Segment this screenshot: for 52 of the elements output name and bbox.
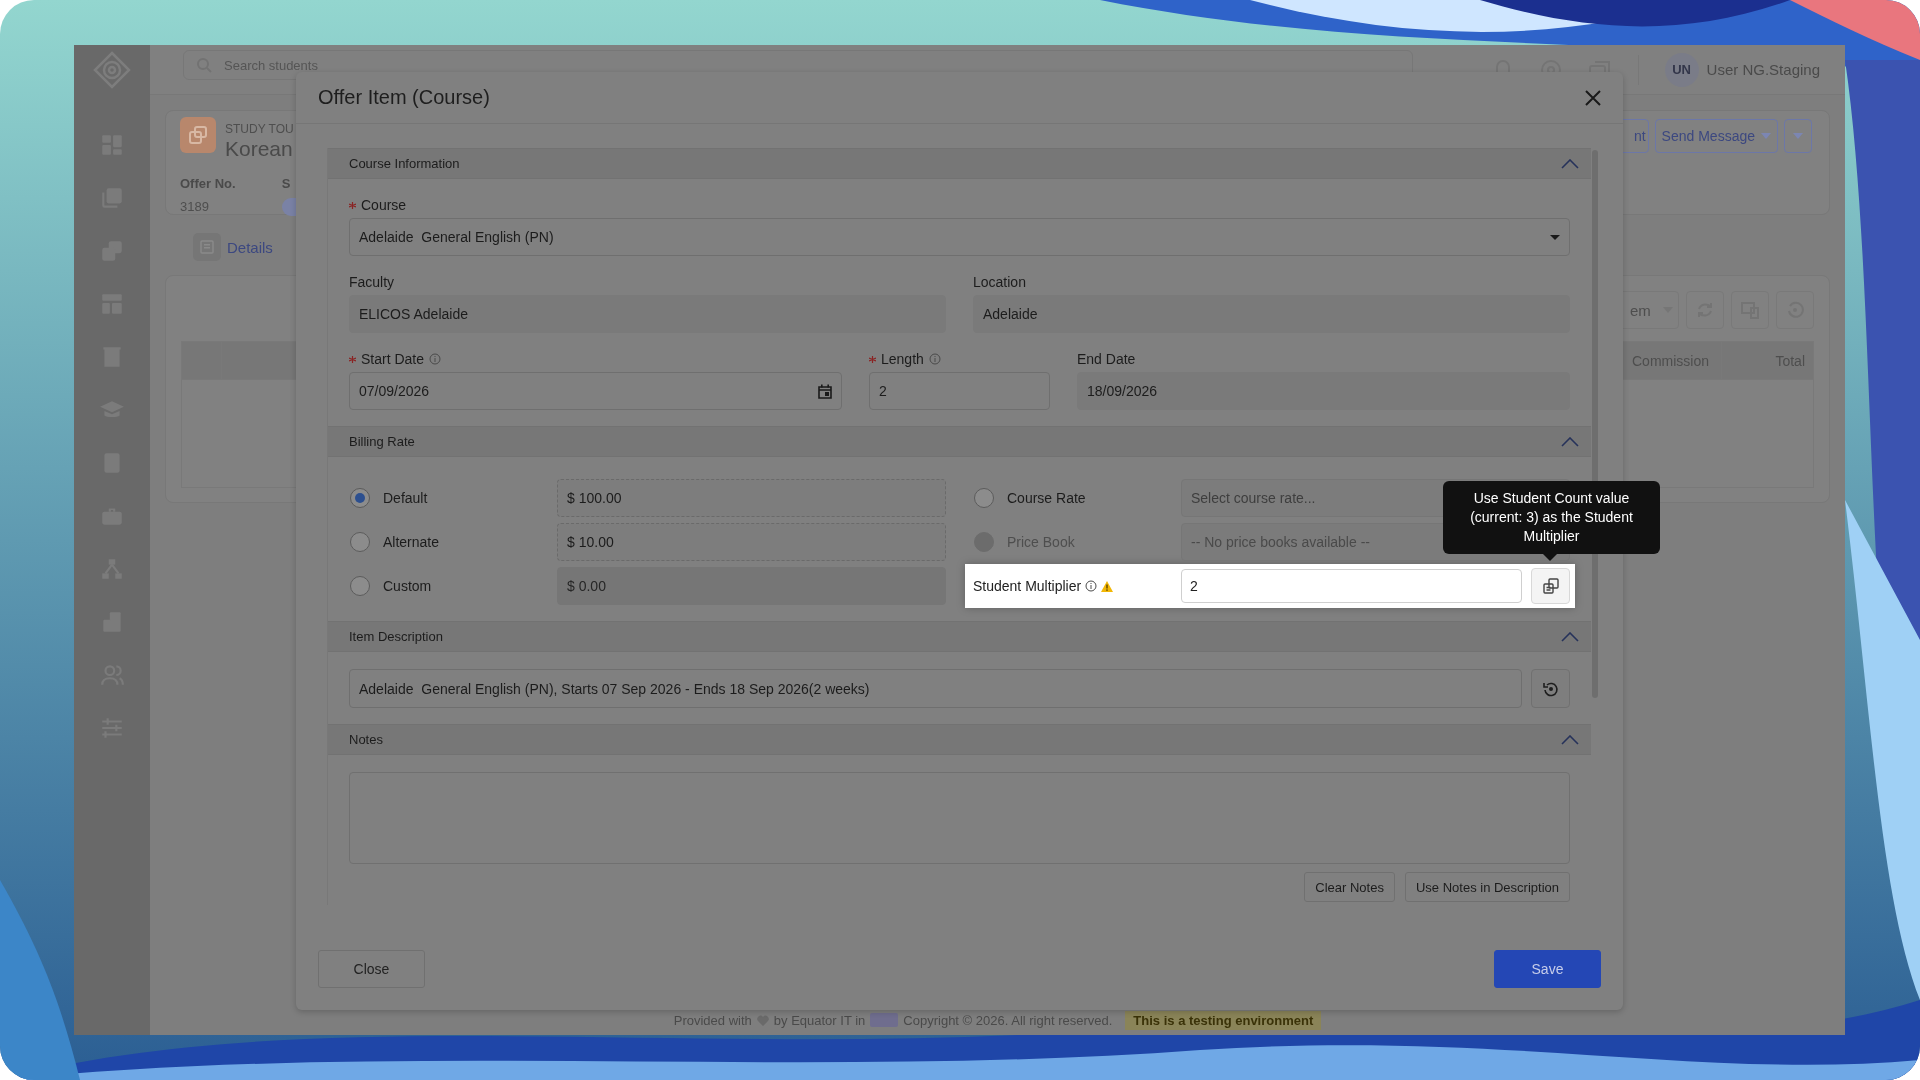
date-field[interactable]: 07/09/2026 bbox=[349, 372, 842, 410]
dropdown-button[interactable]: Send Message bbox=[1654, 119, 1778, 153]
field-label: Student Multiplier bbox=[973, 578, 1082, 594]
close-icon[interactable] bbox=[1583, 87, 1603, 108]
company-logo-icon bbox=[870, 1013, 899, 1027]
radio-label: Custom bbox=[383, 578, 432, 594]
radio-label: Default bbox=[383, 490, 428, 506]
field-label: Course bbox=[361, 197, 407, 213]
multiplier-field[interactable]: 2 bbox=[1181, 569, 1522, 603]
documents-icon bbox=[187, 124, 209, 146]
caret-icon bbox=[1550, 234, 1560, 240]
course-select[interactable]: Adelaide General English (PN) bbox=[349, 218, 1570, 256]
caret-icon bbox=[1793, 133, 1803, 139]
tab[interactable]: Details bbox=[193, 232, 273, 262]
section-header[interactable]: Billing Rate bbox=[328, 426, 1591, 457]
description-field[interactable]: Adelaide General English (PN), Starts 07 Sep 2026 - Ends 18 Sep 2026(2 weeks) bbox=[349, 669, 1522, 708]
field-label: Faculty bbox=[349, 274, 395, 290]
notes-button[interactable]: Use Notes in Description bbox=[1404, 872, 1570, 902]
caret-icon bbox=[1761, 133, 1771, 139]
faculty-field: ELICOS Adelaide bbox=[349, 295, 946, 333]
radio-button[interactable] bbox=[350, 532, 370, 552]
environment-badge: This is a testing environment bbox=[1125, 1010, 1322, 1030]
amount-field[interactable]: $ 10.00 bbox=[557, 523, 946, 561]
radio-button[interactable] bbox=[350, 576, 370, 596]
amount-field: $ 0.00 bbox=[557, 567, 946, 605]
radio-button[interactable] bbox=[974, 488, 994, 508]
user-avatar[interactable]: UN bbox=[1664, 52, 1699, 87]
save-button[interactable]: Save bbox=[1494, 950, 1601, 988]
close-button[interactable]: Close bbox=[318, 950, 425, 988]
dropdown-button[interactable] bbox=[1784, 119, 1812, 153]
notes-button[interactable]: Clear Notes bbox=[1304, 872, 1395, 902]
field-label: Length bbox=[881, 351, 924, 367]
radio-label: Alternate bbox=[383, 534, 440, 550]
field-label: End Date bbox=[1077, 351, 1136, 367]
calendar-icon[interactable] bbox=[818, 383, 832, 399]
field-label: Start Date bbox=[361, 351, 425, 367]
tooltip: Use Student Count value (current: 3) as the Student Multiplier bbox=[1443, 481, 1660, 561]
copy-button[interactable] bbox=[1531, 568, 1570, 604]
field-label: Location bbox=[973, 274, 1026, 290]
reset-icon bbox=[1542, 680, 1559, 697]
date-field: 18/09/2026 bbox=[1077, 372, 1570, 410]
length-field[interactable]: 2 bbox=[869, 372, 1050, 410]
reset-button[interactable] bbox=[1531, 669, 1570, 708]
section-header[interactable]: Course Information bbox=[328, 148, 1591, 179]
section-header[interactable]: Item Description bbox=[328, 621, 1591, 652]
radio-button[interactable] bbox=[350, 488, 370, 508]
amount-field[interactable]: $ 100.00 bbox=[557, 479, 946, 517]
copy-icon bbox=[1542, 578, 1559, 594]
radio-label: Course Rate bbox=[1007, 490, 1086, 506]
section-header[interactable]: Notes bbox=[328, 724, 1591, 755]
dialog-title: Offer Item (Course) bbox=[318, 86, 490, 109]
location-field: Adelaide bbox=[973, 295, 1570, 333]
